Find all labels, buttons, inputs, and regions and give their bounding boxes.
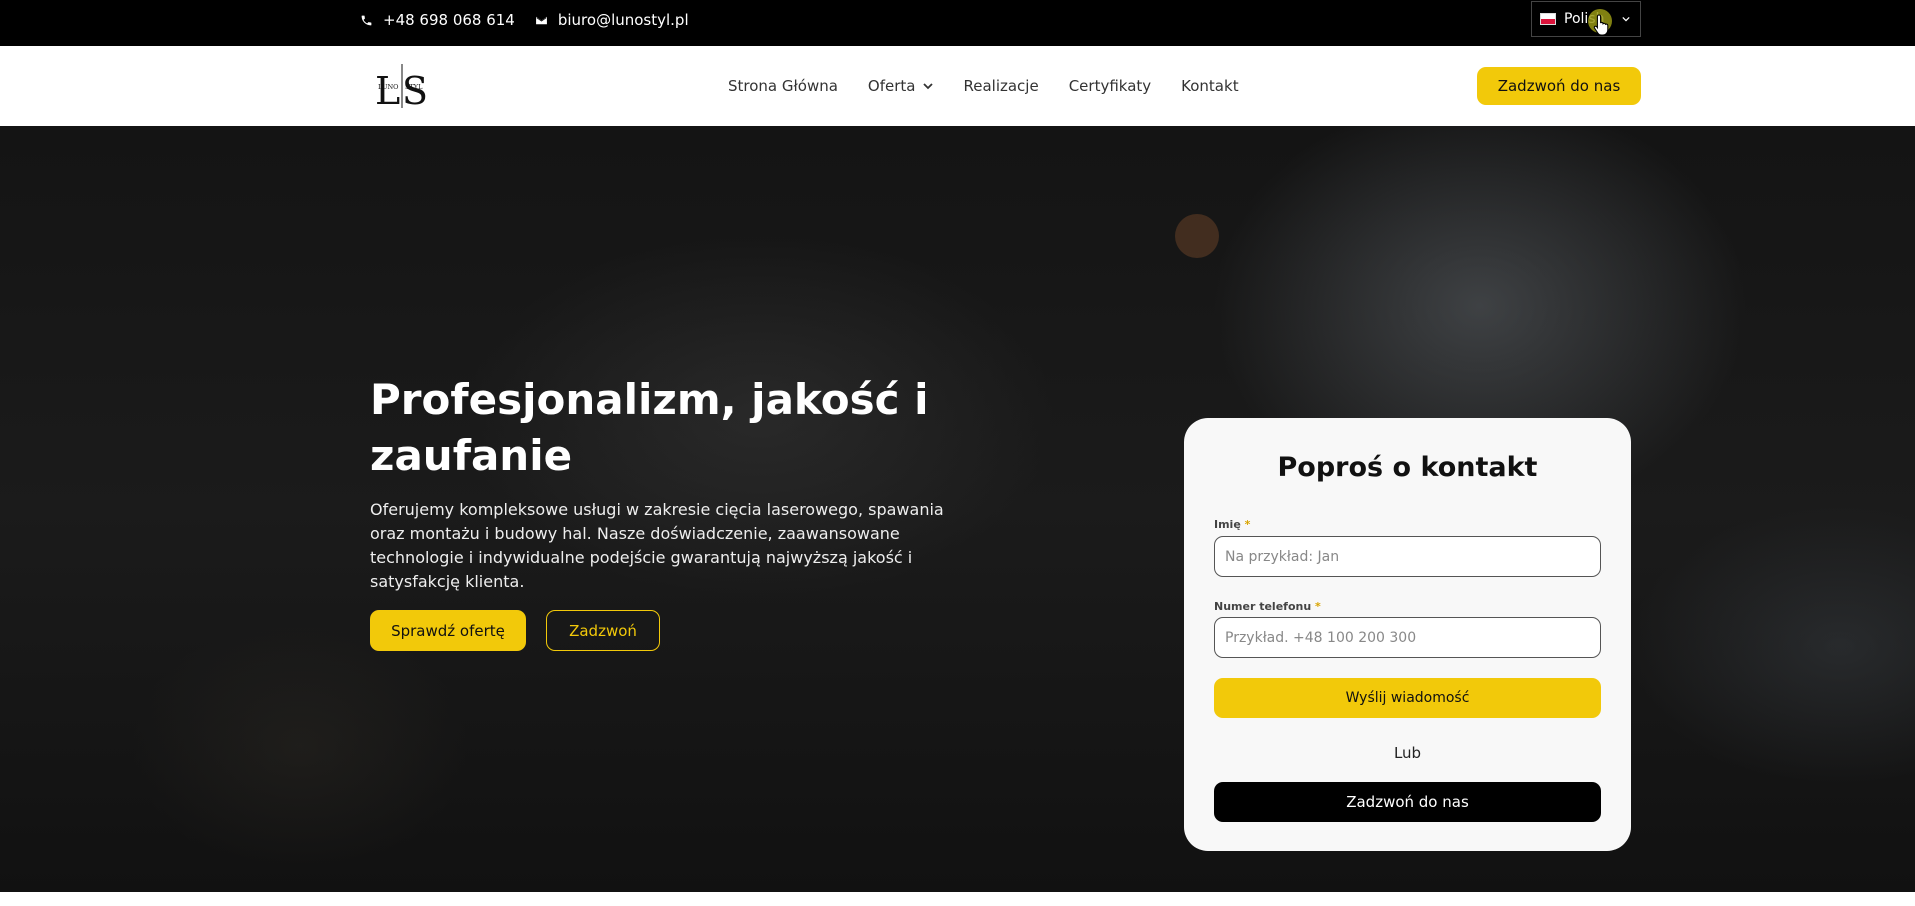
hand-cursor-icon — [1593, 14, 1609, 36]
phone-label-text: Numer telefonu — [1214, 600, 1312, 613]
required-mark: * — [1244, 518, 1251, 531]
top-contact: +48 698 068 614 biuro@lunostyl.pl — [360, 0, 689, 40]
phone-label: Numer telefonu * — [1214, 600, 1321, 613]
phone-input[interactable] — [1214, 617, 1601, 658]
language-select[interactable]: Polish — [1531, 1, 1641, 37]
name-label-text: Imię — [1214, 518, 1241, 531]
or-separator: Lub — [1393, 744, 1422, 762]
required-mark: * — [1315, 600, 1321, 613]
email-address: biuro@lunostyl.pl — [557, 11, 689, 29]
main-header: L S LUNO STYL Strona Główna Oferta Reali… — [0, 46, 1915, 126]
hero-background-glow — [1175, 214, 1219, 258]
name-input[interactable] — [1214, 536, 1601, 577]
header-call-button[interactable]: Zadzwoń do nas — [1477, 67, 1641, 105]
hero-description: Oferujemy kompleksowe usługi w zakresie … — [370, 500, 944, 591]
chevron-down-icon — [923, 83, 934, 90]
form-title: Poproś o kontakt — [1277, 452, 1538, 483]
send-message-button[interactable]: Wyślij wiadomość — [1214, 678, 1601, 718]
name-label: Imię * — [1214, 518, 1250, 531]
nav-realizations[interactable]: Realizacje — [963, 77, 1038, 95]
nav-certificates-label: Certyfikaty — [1068, 77, 1152, 95]
hero-title: Profesjonalizm, jakość i zaufanie — [370, 375, 929, 480]
nav-contact[interactable]: Kontakt — [1181, 77, 1238, 95]
hero-call-button[interactable]: Zadzwoń — [546, 610, 660, 651]
contact-form-card: Poproś o kontakt Imię * Numer telefonu *… — [1184, 418, 1631, 851]
nav-offer[interactable]: Oferta — [868, 77, 934, 95]
nav-certificates[interactable]: Certyfikaty — [1069, 77, 1151, 95]
svg-text:LUNO: LUNO — [378, 83, 398, 91]
phone-number: +48 698 068 614 — [383, 11, 515, 29]
check-offer-button[interactable]: Sprawdź ofertę — [370, 610, 526, 651]
nav-contact-label: Kontakt — [1181, 77, 1239, 95]
section-divider — [0, 892, 1915, 906]
email-link[interactable]: biuro@lunostyl.pl — [535, 11, 689, 29]
phone-link[interactable]: +48 698 068 614 — [360, 11, 515, 29]
nav-home-label: Strona Główna — [728, 77, 838, 95]
mail-icon — [535, 16, 547, 24]
nav-realizations-label: Realizacje — [963, 77, 1039, 95]
main-nav: Strona Główna Oferta Realizacje Certyfik… — [728, 46, 1239, 126]
phone-icon — [361, 15, 372, 25]
logo[interactable]: L S LUNO STYL — [372, 60, 432, 113]
svg-text:STYL: STYL — [405, 83, 423, 91]
poland-flag-icon — [1540, 13, 1556, 25]
nav-offer-label: Oferta — [867, 77, 916, 95]
logo-mark: L S LUNO STYL — [375, 64, 428, 113]
form-call-button[interactable]: Zadzwoń do nas — [1214, 782, 1601, 822]
nav-home[interactable]: Strona Główna — [728, 77, 838, 95]
hero-section: Profesjonalizm, jakość i zaufanie Oferuj… — [0, 126, 1915, 892]
top-bar: +48 698 068 614 biuro@lunostyl.pl Polish — [0, 0, 1915, 46]
chevron-down-icon — [1622, 16, 1630, 22]
